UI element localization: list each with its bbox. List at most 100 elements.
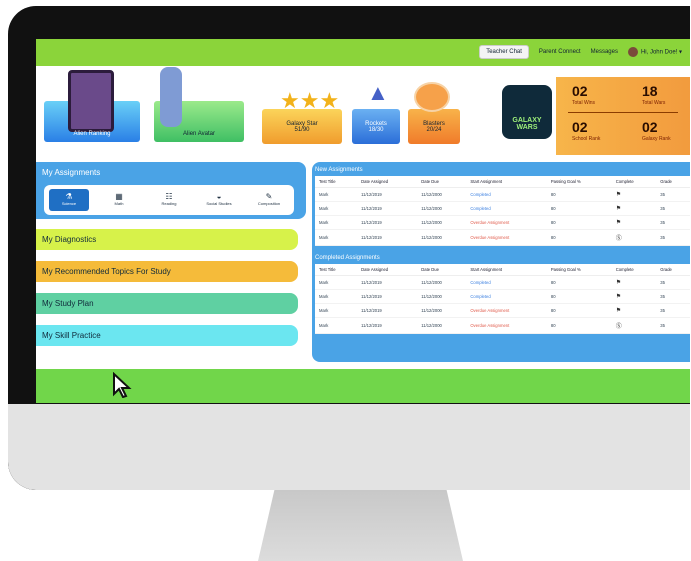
star-icon: ★★★: [280, 88, 340, 113]
table-cell: ⚑: [611, 187, 657, 202]
table-cell: 80: [546, 289, 612, 304]
table-cell: 11/12/2000: [417, 289, 467, 304]
total-wins-label: Total Wins: [572, 100, 596, 106]
parent-connect-link[interactable]: Parent Connect: [539, 49, 581, 55]
user-avatar: [627, 47, 638, 57]
table-cell: Mark: [315, 229, 358, 246]
table-row[interactable]: Mark 11/12/2019 11/12/2000 Overdue Assignme…: [315, 229, 690, 246]
app-screen: Teacher Chat Parent Connect Messages Hi,…: [36, 39, 690, 403]
table-cell: 35: [656, 229, 690, 246]
table-row[interactable]: Mark 11/12/2019 11/12/2000 Overdue Assignme…: [315, 317, 690, 334]
col-grade: Grade: [656, 176, 690, 188]
table-cell: 80: [546, 215, 612, 230]
table-cell[interactable]: Overdue Assignment: [466, 303, 547, 318]
alien-avatar-card[interactable]: Alien Avatar: [154, 67, 244, 142]
table-cell: 11/12/2019: [357, 215, 418, 230]
table-cell[interactable]: Completed: [466, 187, 547, 202]
school-rank-label: School Rank: [572, 136, 601, 142]
table-cell: 80: [546, 303, 612, 318]
completed-assignments-title: Completed Assignments: [315, 255, 380, 261]
table-cell: 11/12/2000: [417, 317, 467, 334]
my-study-plan-row[interactable]: My Study Plan: [36, 293, 298, 314]
table-cell: ⚑: [611, 275, 657, 290]
table-row[interactable]: Mark 11/12/2019 11/12/2000 Completed 80 ⚑ 35: [315, 289, 690, 304]
galaxy-rank-label: Galaxy Rank: [642, 136, 671, 142]
table-cell[interactable]: Completed: [466, 201, 547, 216]
table-cell: 35: [656, 275, 690, 290]
table-row[interactable]: Mark 11/12/2019 11/12/2000 Completed 80 ⚑ 35: [315, 187, 690, 202]
table-cell: 11/12/2000: [417, 275, 467, 290]
col-complete: Complete: [611, 264, 657, 276]
col-date-assigned: Date Assigned: [357, 264, 418, 276]
galaxy-star-value: 51/90: [294, 127, 310, 133]
table-cell[interactable]: Completed: [466, 289, 547, 304]
my-diagnostics-row[interactable]: My Diagnostics: [36, 229, 298, 250]
table-cell: Mark: [315, 289, 358, 304]
table-cell: 11/12/2000: [417, 187, 467, 202]
user-menu[interactable]: Hi, John Doe! ▾: [627, 47, 682, 57]
table-header-row: Test Title Date Assigned Date Due Start …: [315, 176, 690, 188]
tab-composition[interactable]: ✎ Composition: [249, 189, 289, 211]
col-start-assignment: Start Assignment: [466, 176, 547, 188]
mouse-cursor-icon: [113, 372, 132, 398]
monitor-frame: Teacher Chat Parent Connect Messages Hi,…: [8, 6, 690, 490]
table-cell: Mark: [315, 303, 358, 318]
col-complete: Complete: [611, 176, 657, 188]
col-test-title: Test Title: [315, 264, 358, 276]
table-cell: ⚑: [611, 289, 657, 304]
table-cell: ⚑: [611, 215, 657, 230]
blasters-card[interactable]: Blasters 20/24: [408, 82, 460, 144]
table-cell[interactable]: Completed: [466, 275, 547, 290]
table-cell: 35: [656, 201, 690, 216]
globe-icon: ◒: [216, 192, 222, 201]
col-date-due: Date Due: [417, 176, 467, 188]
top-bar: Teacher Chat Parent Connect Messages Hi,…: [36, 39, 690, 66]
alien-ranking-card[interactable]: Alien Ranking: [44, 70, 140, 142]
total-wars-label: Total Wars: [642, 100, 666, 106]
user-greeting: Hi, John Doe! ▾: [640, 49, 682, 56]
alien-ranking-icon: [68, 70, 114, 132]
completed-assignments-table: Test Title Date Assigned Date Due Start …: [315, 264, 690, 334]
tab-math[interactable]: ▦ Math: [99, 189, 139, 211]
book-icon: ☷: [165, 192, 173, 201]
table-cell: 11/12/2000: [417, 215, 467, 230]
table-cell: 80: [546, 275, 612, 290]
col-date-assigned: Date Assigned: [357, 176, 418, 188]
rocket-icon: ▲: [367, 80, 389, 105]
col-passing-goal: Passing Goal %: [546, 264, 612, 276]
galaxy-star-card[interactable]: ★★★ Galaxy Star 51/90: [262, 88, 342, 144]
table-cell: 35: [656, 303, 690, 318]
col-date-due: Date Due: [417, 264, 467, 276]
stats-divider: [568, 112, 678, 113]
recommended-topics-row[interactable]: My Recommended Topics For Study: [36, 261, 298, 282]
my-assignments-title: My Assignments: [42, 168, 101, 177]
tab-science[interactable]: ⚗ Science: [49, 189, 89, 211]
messages-link[interactable]: Messages: [591, 49, 618, 55]
table-row[interactable]: Mark 11/12/2019 11/12/2000 Overdue Assignme…: [315, 215, 690, 230]
table-cell: 11/12/2000: [417, 303, 467, 318]
table-row[interactable]: Mark 11/12/2019 11/12/2000 Completed 80 ⚑ 35: [315, 275, 690, 290]
col-passing-goal: Passing Goal %: [546, 176, 612, 188]
table-cell: ⚑: [611, 201, 657, 216]
table-cell: 11/12/2019: [357, 289, 418, 304]
alien-avatar-label: Alien Avatar: [183, 131, 215, 137]
table-cell: Mark: [315, 201, 358, 216]
left-panel: My Assignments ⚗ Science ▦ Math ☷ Reading ◒…: [36, 162, 306, 382]
rockets-card[interactable]: ▲ Rockets 18/30: [352, 80, 400, 144]
table-cell: 35: [656, 317, 690, 334]
table-cell[interactable]: Overdue Assignment: [466, 229, 547, 246]
table-cell: Ⓢ: [611, 317, 657, 334]
tab-social-studies[interactable]: ◒ Social Studies: [199, 189, 239, 211]
alien-avatar-icon: [160, 67, 182, 127]
teacher-chat-button[interactable]: Teacher Chat: [479, 45, 529, 59]
tab-reading[interactable]: ☷ Reading: [149, 189, 189, 211]
table-cell[interactable]: Overdue Assignment: [466, 317, 547, 334]
my-skill-practice-row[interactable]: My Skill Practice: [36, 325, 298, 346]
table-cell: Mark: [315, 317, 358, 334]
table-cell[interactable]: Overdue Assignment: [466, 215, 547, 230]
calculator-icon: ▦: [115, 192, 123, 201]
col-grade: Grade: [656, 264, 690, 276]
table-row[interactable]: Mark 11/12/2019 11/12/2000 Completed 80 ⚑ 35: [315, 201, 690, 216]
table-row[interactable]: Mark 11/12/2019 11/12/2000 Overdue Assignme…: [315, 303, 690, 318]
my-assignments-panel: My Assignments ⚗ Science ▦ Math ☷ Reading ◒…: [36, 162, 306, 219]
